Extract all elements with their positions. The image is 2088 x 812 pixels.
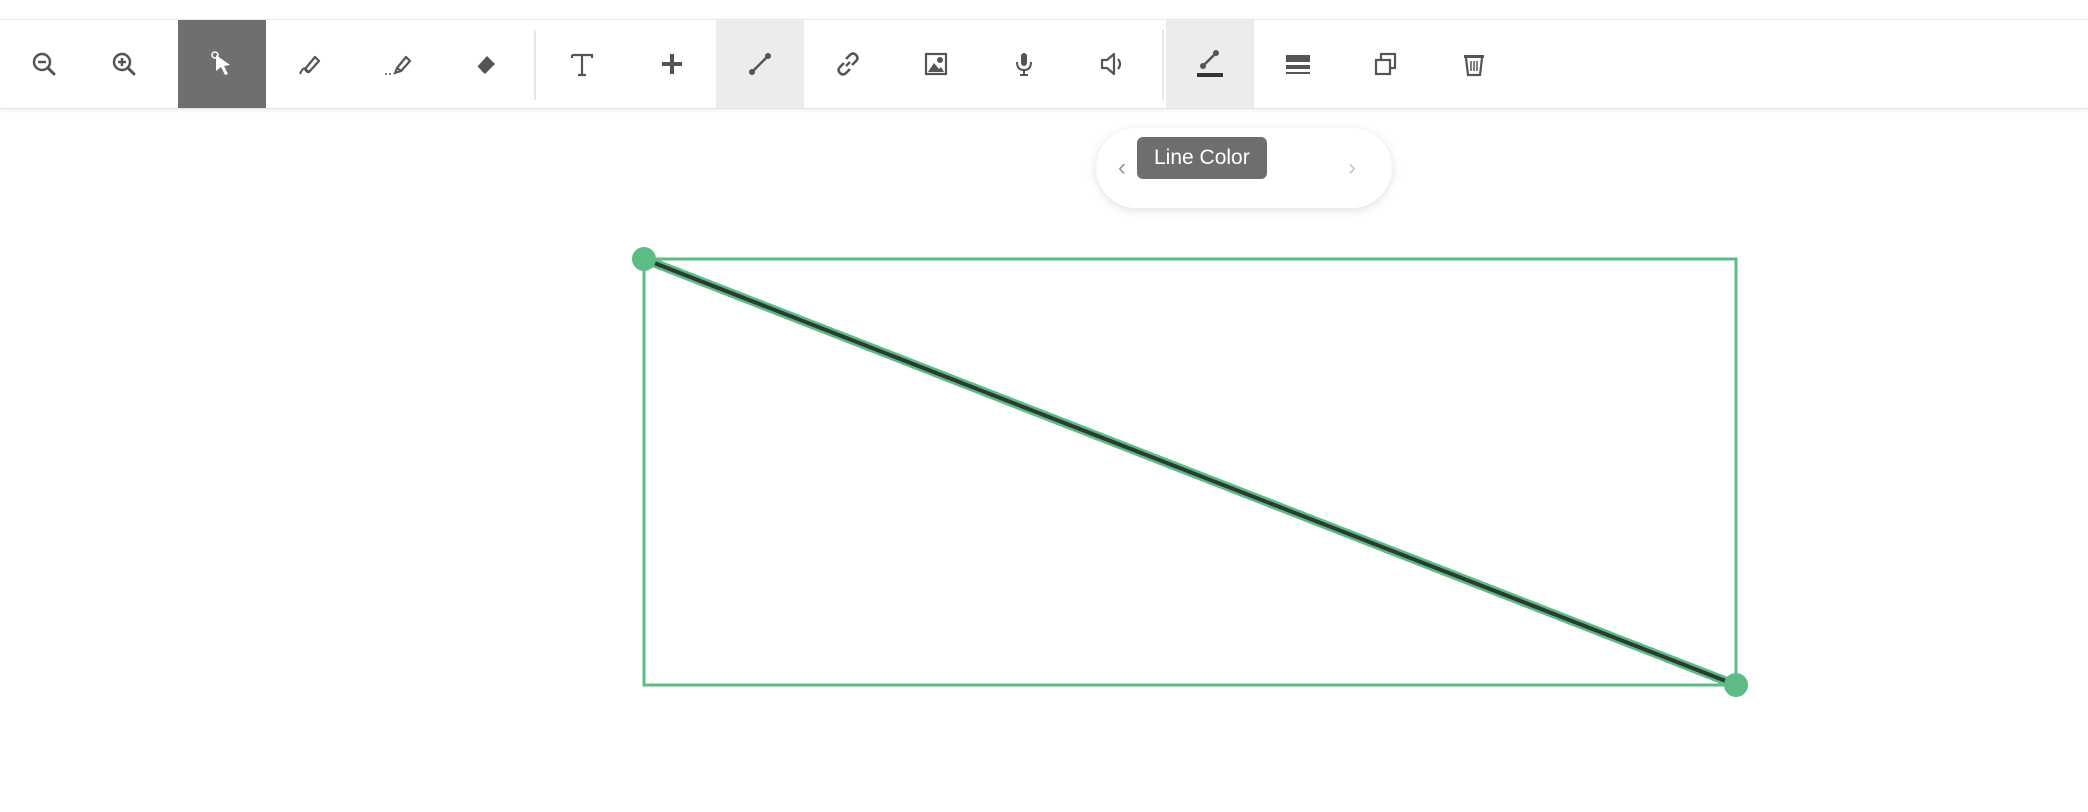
- drawn-line[interactable]: [643, 257, 1737, 687]
- line-start-handle[interactable]: [632, 247, 656, 271]
- popover-next-arrow[interactable]: ›: [1348, 154, 1372, 182]
- line-end-handle[interactable]: [1724, 673, 1748, 697]
- drawing-canvas[interactable]: [0, 0, 2088, 812]
- line-color-tooltip: Line Color: [1137, 137, 1267, 179]
